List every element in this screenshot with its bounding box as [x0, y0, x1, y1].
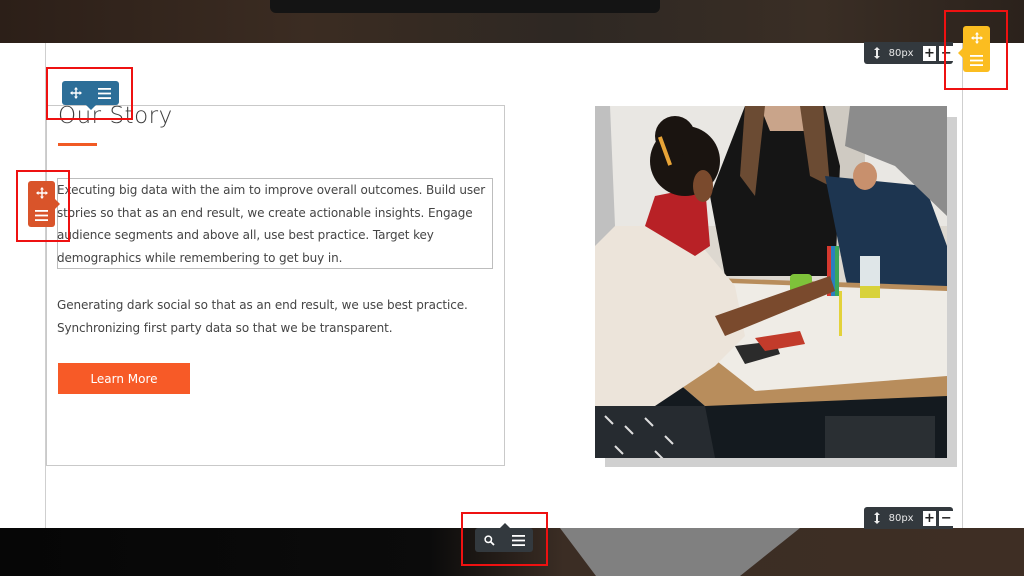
title-underline-divider [58, 143, 97, 146]
students-photo-illustration [595, 106, 947, 458]
menu-icon[interactable] [97, 85, 113, 101]
story-paragraph-1[interactable]: Executing big data with the aim to impro… [57, 179, 497, 269]
top-padding-value: 80px [888, 47, 914, 59]
menu-icon[interactable] [969, 53, 985, 69]
story-column-outline[interactable] [46, 105, 505, 466]
learn-more-button[interactable]: Learn More [58, 363, 190, 394]
move-icon[interactable] [68, 85, 84, 101]
move-icon[interactable] [34, 185, 50, 201]
vertical-resize-icon[interactable] [870, 510, 885, 526]
decrease-bottom-padding-button[interactable]: − [939, 510, 953, 526]
top-padding-control: 80px + − [864, 42, 953, 64]
increase-top-padding-button[interactable]: + [922, 45, 937, 61]
column-guide-right [962, 43, 963, 528]
background-photo-top [0, 0, 1024, 43]
bottom-padding-control: 80px + − [864, 507, 953, 529]
story-paragraph-2[interactable]: Generating dark social so that as an end… [57, 294, 497, 339]
move-icon[interactable] [969, 30, 985, 46]
menu-icon[interactable] [34, 208, 50, 224]
page-title[interactable]: Our Story [58, 103, 173, 129]
vertical-resize-icon[interactable] [870, 45, 885, 61]
text-block-toolbar [28, 181, 60, 227]
story-image[interactable] [595, 106, 947, 458]
heading-element-toolbar [62, 81, 119, 110]
section-toolbar [958, 26, 990, 72]
background-object [270, 0, 660, 13]
background-object [560, 528, 800, 576]
increase-bottom-padding-button[interactable]: + [922, 510, 937, 526]
decrease-top-padding-button[interactable]: − [939, 45, 953, 61]
zoom-icon[interactable] [482, 532, 498, 548]
row-toolbar [475, 523, 533, 552]
bottom-padding-value: 80px [888, 512, 914, 524]
menu-icon[interactable] [511, 532, 527, 548]
